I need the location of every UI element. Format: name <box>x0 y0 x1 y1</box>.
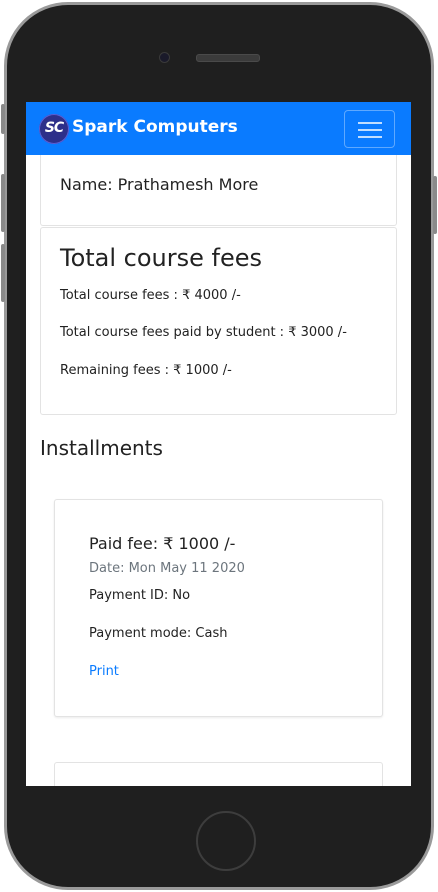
installment-date: Date: Mon May 11 2020 <box>89 561 245 576</box>
brand-name[interactable]: Spark Computers <box>72 117 238 137</box>
volume-up-button <box>1 174 5 232</box>
installments-heading: Installments <box>40 436 163 460</box>
fees-summary-card: Total course fees Total course fees : ₹ … <box>40 227 397 415</box>
mute-switch <box>1 104 5 134</box>
screen: Name: Prathamesh More Total course fees … <box>26 102 411 786</box>
student-name: Name: Prathamesh More <box>60 175 259 194</box>
volume-down-button <box>1 244 5 302</box>
installment-paid-fee: Paid fee: ₹ 1000 /- <box>89 534 236 553</box>
front-camera <box>159 52 170 63</box>
hamburger-icon <box>358 136 382 138</box>
home-button[interactable] <box>196 811 256 871</box>
fees-title: Total course fees <box>60 244 263 272</box>
installment-card <box>54 762 383 786</box>
installment-card: Paid fee: ₹ 1000 /- Date: Mon May 11 202… <box>54 499 383 717</box>
menu-toggle-button[interactable] <box>344 110 395 148</box>
total-fees: Total course fees : ₹ 4000 /- <box>60 288 241 303</box>
brand-logo[interactable]: SC <box>39 114 69 144</box>
power-button <box>433 176 437 234</box>
navbar: SC Spark Computers <box>26 102 411 155</box>
installment-payment-mode: Payment mode: Cash <box>89 626 228 641</box>
earpiece-speaker <box>196 54 260 62</box>
logo-text: SC <box>44 120 64 136</box>
remaining-fees: Remaining fees : ₹ 1000 /- <box>60 363 232 378</box>
fees-paid: Total course fees paid by student : ₹ 30… <box>60 325 347 340</box>
print-link[interactable]: Print <box>89 664 119 679</box>
installment-payment-id: Payment ID: No <box>89 588 191 603</box>
hamburger-icon <box>358 122 382 124</box>
hamburger-icon <box>358 129 382 131</box>
